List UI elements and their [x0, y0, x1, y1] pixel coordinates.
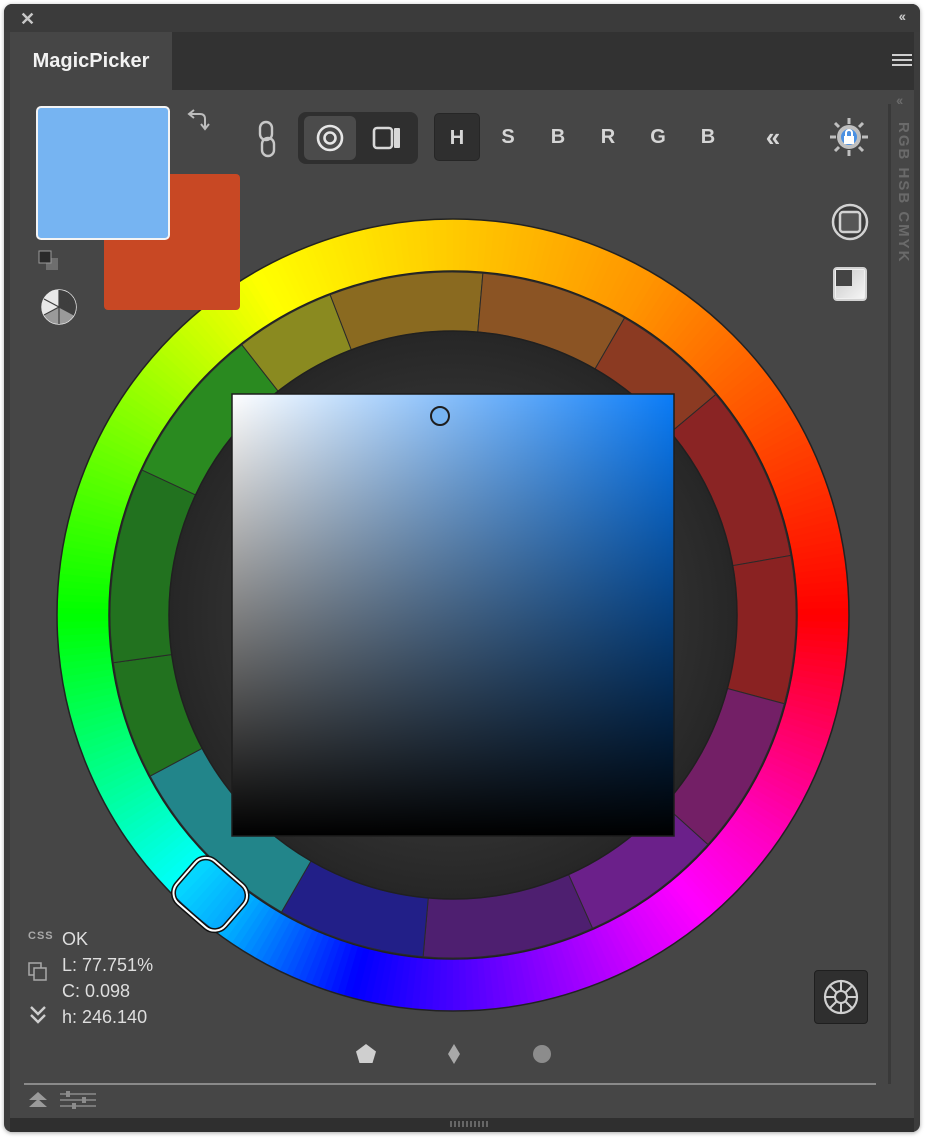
sliders-icon[interactable]	[58, 1090, 98, 1110]
copy-icon[interactable]	[28, 962, 48, 982]
circle-icon[interactable]	[530, 1042, 554, 1066]
color-model-tabs[interactable]: RGB HSB CMYK	[894, 122, 912, 264]
ring-view-button[interactable]	[304, 116, 356, 160]
mode-s-button[interactable]: S	[485, 113, 531, 161]
wheel-settings-button[interactable]	[814, 970, 868, 1024]
tab-row: MagicPicker	[10, 32, 914, 90]
wheel-icon	[823, 979, 859, 1015]
sb-black-gradient	[231, 393, 675, 837]
hue-wheel[interactable]	[50, 212, 856, 1018]
hue-value[interactable]: h: 246.140	[62, 1007, 147, 1028]
title-bar: ✕ ‹‹	[4, 4, 920, 32]
resize-bar[interactable]	[10, 1118, 914, 1132]
sb-picker-handle[interactable]	[430, 406, 450, 426]
collapse-modes-button[interactable]: «	[750, 113, 796, 161]
saturation-brightness-square[interactable]	[231, 393, 675, 837]
bottom-divider	[24, 1083, 876, 1085]
gamut-status: OK	[62, 929, 89, 949]
tab-magicpicker[interactable]: MagicPicker	[10, 32, 172, 90]
foreground-color-swatch[interactable]	[36, 106, 170, 240]
resize-grip-icon[interactable]	[450, 1121, 490, 1127]
chroma-value[interactable]: C: 0.098	[62, 981, 130, 1002]
link-icon[interactable]	[256, 120, 278, 158]
menu-icon[interactable]	[892, 54, 912, 68]
lightness-value[interactable]: L: 77.751%	[62, 955, 153, 976]
mode-b-button[interactable]: B	[535, 113, 581, 161]
diamond-icon[interactable]	[444, 1042, 464, 1066]
ring-icon	[316, 124, 344, 152]
mode-g-button[interactable]: G	[635, 113, 681, 161]
collapse-icon[interactable]: ‹‹	[899, 8, 906, 24]
css-label[interactable]: CSS	[28, 930, 54, 942]
swap-arrow-icon[interactable]	[186, 108, 210, 132]
mode-h-button[interactable]: H	[434, 113, 480, 161]
expand-down-icon[interactable]	[28, 1004, 48, 1024]
hue-ring-slice[interactable]	[56, 613, 110, 622]
harmony-segment[interactable]	[726, 554, 797, 705]
pentagon-icon[interactable]	[354, 1042, 378, 1066]
side-collapse-icon[interactable]: ‹‹	[896, 92, 903, 108]
view-toggle	[298, 112, 418, 164]
side-rail	[888, 104, 891, 1084]
mode-r-button[interactable]: R	[585, 113, 631, 161]
square-icon	[372, 126, 400, 150]
stack-up-icon[interactable]	[26, 1088, 50, 1110]
close-icon[interactable]: ✕	[20, 9, 35, 30]
gear-lock-icon[interactable]	[828, 116, 870, 158]
square-view-button[interactable]	[360, 116, 412, 160]
mode-b2-button[interactable]: B	[685, 113, 731, 161]
